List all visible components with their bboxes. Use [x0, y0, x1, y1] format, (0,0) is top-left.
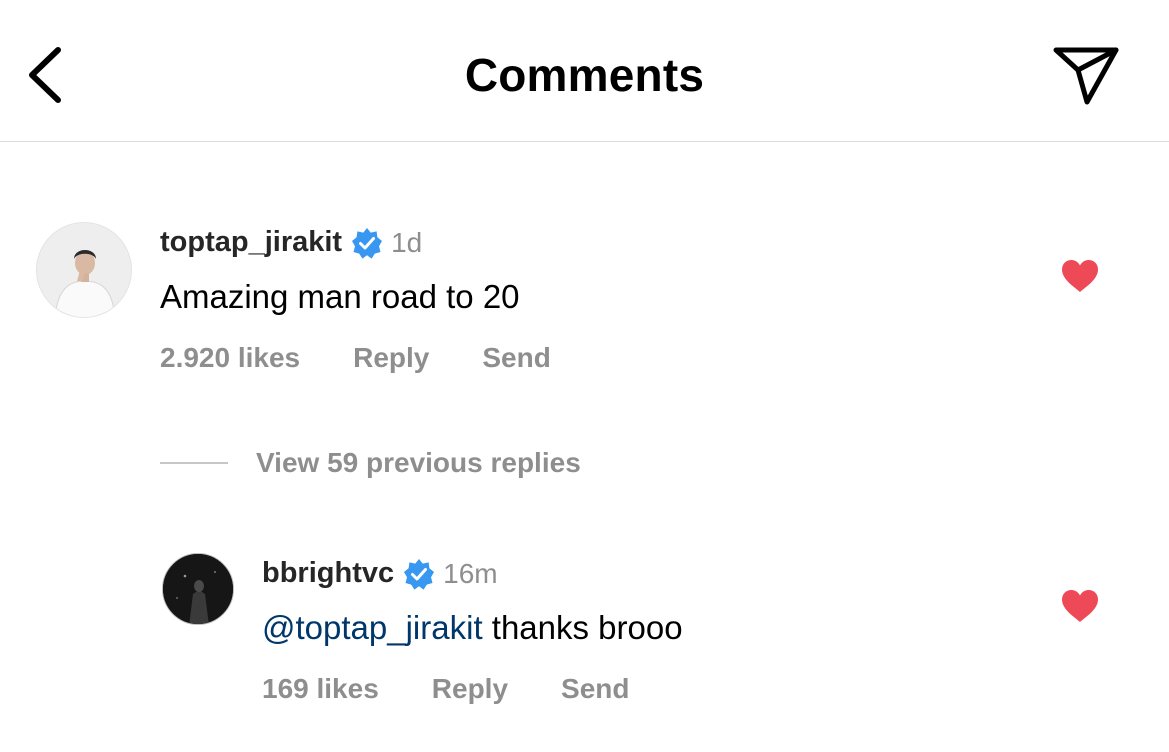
reply-button[interactable]: Reply	[432, 673, 508, 705]
comment-time: 1d	[391, 226, 423, 258]
reply-text: @toptap_jirakit thanks brooo	[262, 609, 683, 647]
verified-badge-icon	[404, 558, 435, 590]
send-button[interactable]: Send	[482, 342, 550, 374]
reply-actions: 169 likes Reply Send	[262, 673, 630, 705]
view-replies-label: View 59 previous replies	[256, 447, 581, 478]
avatar[interactable]	[36, 222, 132, 318]
page-title: Comments	[464, 49, 705, 101]
comment-text: Amazing man road to 20	[160, 278, 520, 315]
avatar[interactable]	[162, 553, 234, 625]
reply-username[interactable]: bbrightvc	[262, 557, 394, 590]
comment-header: toptap_jirakit 1d	[160, 226, 422, 259]
reply-body: thanks brooo	[482, 609, 683, 646]
send-button[interactable]: Send	[561, 673, 629, 705]
mention-link[interactable]: @toptap_jirakit	[262, 609, 483, 646]
comment-username[interactable]: toptap_jirakit	[160, 226, 342, 259]
share-button[interactable]	[1050, 42, 1122, 108]
comment-actions: 2.920 likes Reply Send	[160, 342, 551, 374]
reply-time: 16m	[443, 557, 498, 589]
profile-photo	[37, 223, 131, 317]
likes-count[interactable]: 169 likes	[262, 673, 379, 705]
view-previous-replies[interactable]: View 59 previous replies	[160, 447, 581, 479]
heart-icon[interactable]	[1061, 589, 1099, 623]
reply-button[interactable]: Reply	[353, 342, 429, 374]
likes-count[interactable]: 2.920 likes	[160, 342, 300, 374]
header-bar: Comments	[0, 0, 1169, 142]
paper-plane-icon	[1053, 47, 1119, 105]
heart-icon[interactable]	[1061, 259, 1099, 293]
verified-badge-icon	[352, 227, 383, 259]
reply-header: bbrightvc 16m	[262, 557, 498, 590]
replies-divider-line	[160, 462, 228, 464]
profile-photo	[163, 554, 233, 624]
